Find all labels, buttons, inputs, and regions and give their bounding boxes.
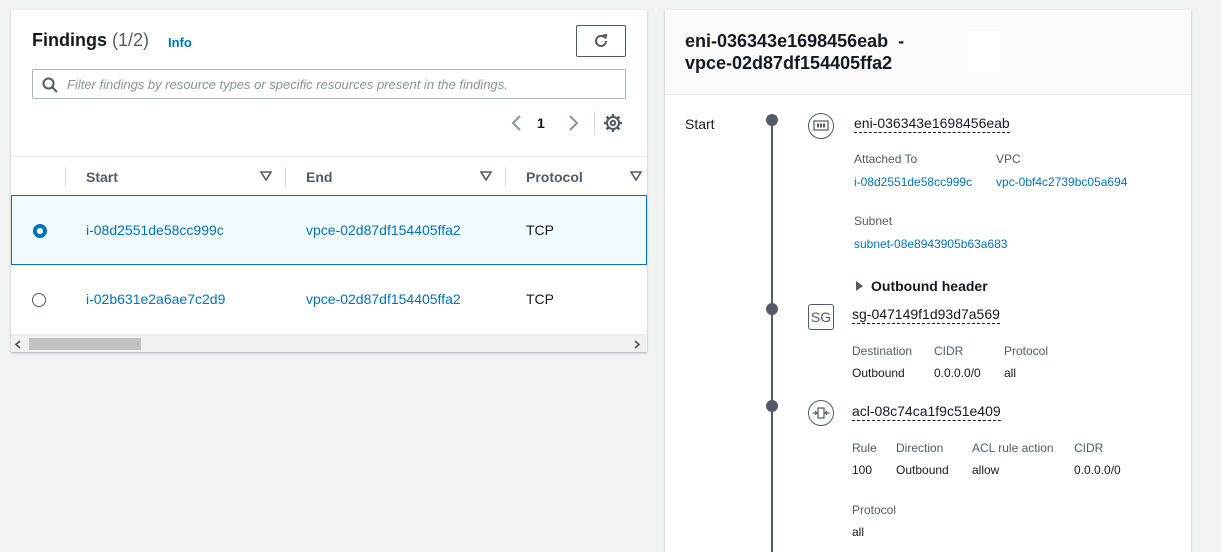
search-icon [42,77,58,93]
vpc-link[interactable]: vpc-0bf4c2739bc05a694 [996,175,1127,189]
acl-rule-key: Rule [852,441,877,455]
row-radio[interactable] [32,293,46,307]
info-link[interactable]: Info [168,35,192,50]
detail-header: eni-036343e1698456eab - vpce-02d87df1544… [665,10,1191,95]
column-header-protocol[interactable]: Protocol [526,169,583,185]
sort-down-icon[interactable] [480,171,492,181]
start-link[interactable]: i-08d2551de58cc999c [86,222,224,238]
sg-id[interactable]: sg-047149f1d93d7a569 [852,306,1000,324]
eni-id[interactable]: eni-036343e1698456eab [854,115,1010,133]
acl-cidr-key: CIDR [1074,441,1104,455]
timeline-dot [766,400,778,412]
column-divider [285,167,286,187]
findings-title: Findings (1/2) [32,30,149,51]
start-label: Start [685,116,715,132]
chevron-right-icon[interactable] [564,113,582,133]
refresh-button[interactable] [576,25,626,57]
sg-destination-key: Destination [852,344,913,358]
outbound-header-label: Outbound header [871,278,988,294]
start-link[interactable]: i-02b631e2a6ae7c2d9 [86,291,225,307]
acl-protocol-val: all [852,525,865,539]
sg-protocol-val: all [1004,366,1017,380]
path-detail-panel: eni-036343e1698456eab - vpce-02d87df1544… [665,10,1191,552]
acl-action-key: ACL rule action [972,441,1054,455]
gear-icon[interactable] [603,113,623,133]
vpc-key: VPC [996,152,1021,166]
network-interface-icon [808,113,834,139]
scroll-left-icon[interactable] [14,340,22,349]
timeline-dot [766,114,778,126]
findings-title-text: Findings [32,30,107,50]
scrollbar-thumb[interactable] [29,338,141,350]
search-input[interactable] [67,70,617,98]
acl-cidr-val: 0.0.0.0/0 [1074,463,1121,477]
detail-title-line1: eni-036343e1698456eab - [685,31,905,51]
security-group-icon-text: SG [810,309,832,325]
column-divider [505,167,506,187]
acl-protocol-key: Protocol [852,503,897,517]
subnet-key: Subnet [854,214,893,228]
outbound-header-expander[interactable]: Outbound header [856,278,988,294]
acl-id[interactable]: acl-08c74ca1f9c51e409 [852,403,1001,421]
horizontal-scrollbar[interactable] [11,335,647,352]
sort-down-icon[interactable] [630,171,642,181]
column-divider [65,167,66,187]
security-group-icon: SG [808,304,834,330]
column-header-start[interactable]: Start [86,169,118,185]
end-link[interactable]: vpce-02d87df154405ffa2 [306,222,461,238]
refresh-icon [595,33,608,47]
subnet-link[interactable]: subnet-08e8943905b63a683 [854,237,1007,251]
acl-action-val: allow [972,463,1000,477]
sg-cidr-key: CIDR [934,344,964,358]
attached-to-key: Attached To [854,152,918,166]
column-header-end[interactable]: End [306,169,332,185]
network-acl-icon [808,400,834,426]
detail-title-line2: vpce-02d87df154405ffa2 [685,53,893,73]
findings-panel: Findings (1/2) Info 1 [11,10,647,352]
sort-down-icon[interactable] [260,171,272,181]
sg-destination-val: Outbound [852,366,905,380]
protocol-cell: TCP [526,222,554,238]
table-header: Start End Protocol [11,156,647,196]
findings-count: (1/2) [112,30,150,50]
acl-direction-key: Direction [896,441,944,455]
sg-protocol-key: Protocol [1004,344,1049,358]
protocol-cell: TCP [526,291,554,307]
scroll-right-icon[interactable] [633,340,641,349]
page-number[interactable]: 1 [537,115,545,131]
table-row[interactable]: i-02b631e2a6ae7c2d9 vpce-02d87df154405ff… [11,265,647,335]
timeline-dot [766,303,778,315]
search-field[interactable] [32,69,626,99]
acl-direction-val: Outbound [896,463,949,477]
sg-cidr-val: 0.0.0.0/0 [934,366,981,380]
end-link[interactable]: vpce-02d87df154405ffa2 [306,291,461,307]
caret-right-icon [856,281,863,292]
acl-rule-val: 100 [852,463,873,477]
attached-to-link[interactable]: i-08d2551de58cc999c [854,175,972,189]
table-row[interactable]: i-08d2551de58cc999c vpce-02d87df154405ff… [11,195,647,265]
pager-divider [594,111,595,135]
chevron-left-icon[interactable] [508,113,526,133]
header-blank-box [968,31,1000,72]
timeline-line [771,118,773,552]
row-radio-selected[interactable] [33,224,47,238]
